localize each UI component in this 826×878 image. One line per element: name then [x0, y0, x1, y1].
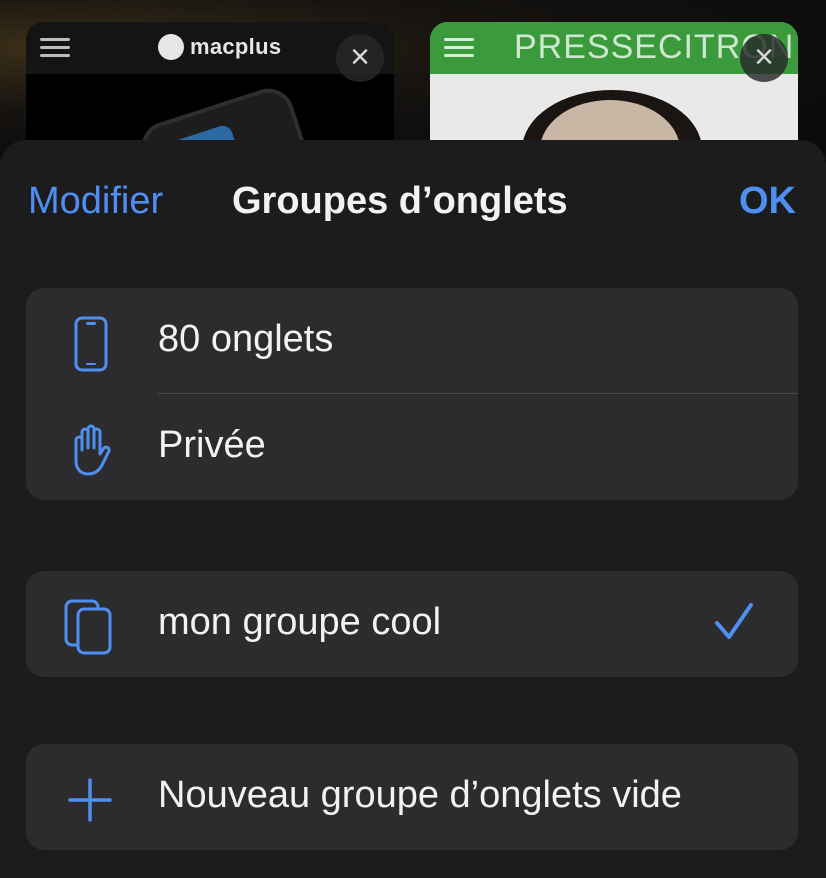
menu-icon [40, 38, 70, 58]
close-icon[interactable]: × [336, 34, 384, 82]
tab-group-icon [64, 599, 112, 655]
tab-groups-sheet: Modifier Groupes d’onglets OK 80 onglets… [0, 140, 826, 878]
list-item-label: mon groupe cool [158, 601, 442, 643]
new-group-list: Nouveau groupe d’onglets vide [26, 744, 798, 850]
list-item-label: Privée [158, 424, 266, 466]
list-item-private[interactable]: Privée [26, 394, 798, 500]
edit-button[interactable]: Modifier [28, 180, 163, 223]
menu-icon [444, 38, 474, 58]
sheet-title: Groupes d’onglets [232, 180, 568, 222]
list-item-group[interactable]: mon groupe cool [26, 571, 798, 677]
iphone-icon [74, 316, 108, 372]
custom-groups-list: mon groupe cool [26, 571, 798, 677]
list-item-tabs[interactable]: 80 onglets [26, 288, 798, 394]
hand-icon [74, 424, 111, 476]
default-groups-list: 80 onglets Privée [26, 288, 798, 500]
close-icon[interactable]: × [740, 34, 788, 82]
list-item-label: 80 onglets [158, 318, 334, 360]
checkmark-icon [715, 603, 753, 639]
plus-icon [68, 778, 112, 822]
new-empty-tab-group-button[interactable]: Nouveau groupe d’onglets vide [26, 744, 798, 850]
site-logo: macplus [158, 34, 281, 60]
list-item-label: Nouveau groupe d’onglets vide [158, 774, 682, 816]
done-button[interactable]: OK [739, 180, 796, 223]
